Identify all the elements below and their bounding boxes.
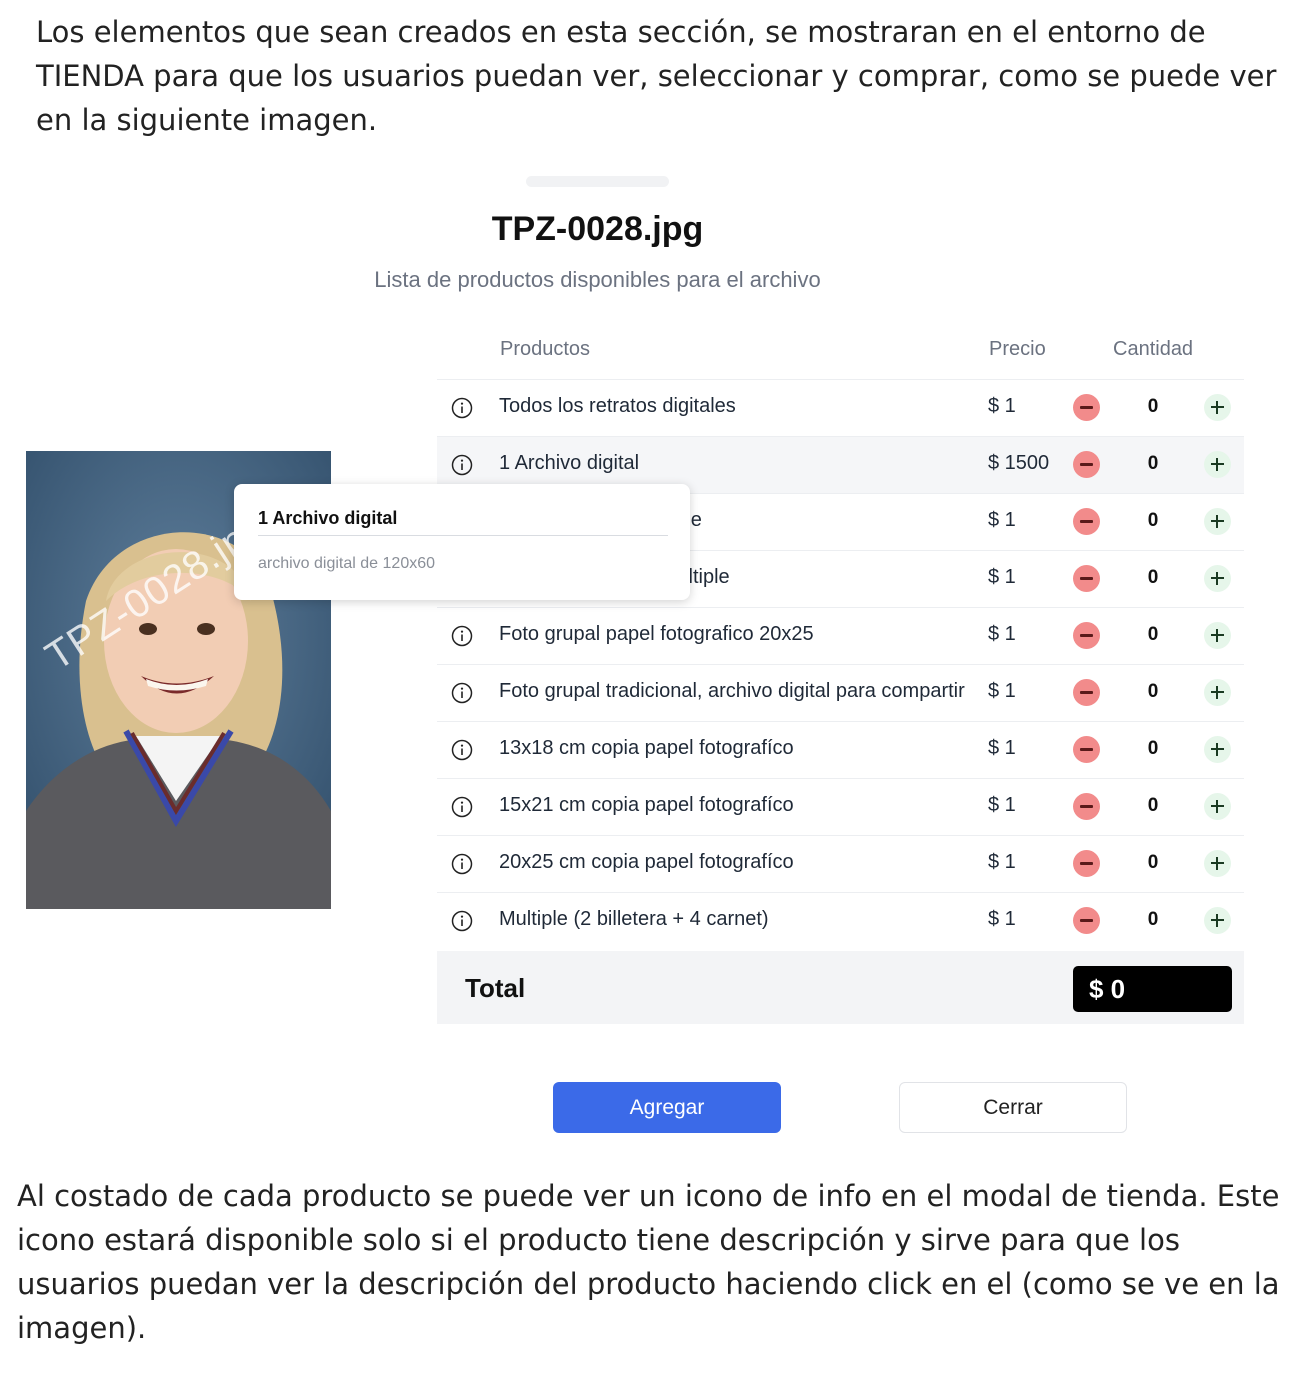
increase-quantity-button[interactable] — [1204, 907, 1231, 934]
decrease-quantity-button[interactable] — [1073, 793, 1100, 820]
product-price: $ 1 — [988, 509, 1016, 531]
product-price: $ 1 — [988, 680, 1016, 702]
product-quantity: 0 — [1147, 624, 1159, 645]
product-price: $ 1 — [988, 737, 1016, 759]
tooltip-divider — [258, 535, 668, 536]
product-price: $ 1 — [988, 851, 1016, 873]
decrease-quantity-button[interactable] — [1073, 451, 1100, 478]
decrease-quantity-button[interactable] — [1073, 622, 1100, 649]
modal-title: TPZ-0028.jpg — [491, 210, 704, 248]
product-row: 20x25 cm copia papel fotografíco $ 1 0 — [437, 835, 1244, 892]
increase-quantity-button[interactable] — [1204, 565, 1231, 592]
decrease-quantity-button[interactable] — [1073, 736, 1100, 763]
product-price: $ 1500 — [988, 452, 1050, 474]
product-name: 13x18 cm copia papel fotografíco — [499, 737, 794, 759]
product-quantity: 0 — [1147, 681, 1159, 702]
product-price: $ 1 — [988, 794, 1016, 816]
modal-drag-handle[interactable] — [526, 176, 669, 187]
increase-quantity-button[interactable] — [1204, 394, 1231, 421]
product-name: 1 Archivo digital — [499, 452, 640, 474]
close-button[interactable]: Cerrar — [899, 1082, 1127, 1133]
product-quantity: 0 — [1147, 795, 1159, 816]
total-value: $ 0 — [1073, 966, 1232, 1012]
increase-quantity-button[interactable] — [1204, 508, 1231, 535]
info-icon[interactable] — [451, 910, 473, 932]
column-header-price: Precio — [989, 338, 1046, 360]
decrease-quantity-button[interactable] — [1073, 394, 1100, 421]
modal-subtitle: Lista de productos disponibles para el a… — [374, 267, 821, 292]
product-row: Foto grupal tradicional, archivo digital… — [437, 664, 1244, 721]
decrease-quantity-button[interactable] — [1073, 850, 1100, 877]
decrease-quantity-button[interactable] — [1073, 679, 1100, 706]
product-price: $ 1 — [988, 908, 1016, 930]
info-icon[interactable] — [451, 739, 473, 761]
product-price: $ 1 — [988, 623, 1016, 645]
info-icon[interactable] — [451, 397, 473, 419]
product-quantity: 0 — [1147, 396, 1159, 417]
product-name: 20x25 cm copia papel fotografíco — [499, 851, 794, 873]
column-header-products: Productos — [500, 338, 591, 360]
product-row: Todos los retratos digitales $ 1 0 — [437, 379, 1244, 436]
product-quantity: 0 — [1147, 453, 1159, 474]
product-quantity: 0 — [1147, 852, 1159, 873]
product-row: 15x21 cm copia papel fotografíco $ 1 0 — [437, 778, 1244, 835]
product-row: 13x18 cm copia papel fotografíco $ 1 0 — [437, 721, 1244, 778]
increase-quantity-button[interactable] — [1204, 451, 1231, 478]
product-price: $ 1 — [988, 566, 1016, 588]
info-icon[interactable] — [451, 682, 473, 704]
product-description-tooltip: 1 Archivo digital archivo digital de 120… — [234, 484, 690, 600]
column-header-quantity: Cantidad — [1113, 338, 1194, 360]
product-quantity: 0 — [1147, 738, 1159, 759]
info-icon[interactable] — [451, 796, 473, 818]
increase-quantity-button[interactable] — [1204, 850, 1231, 877]
intro-paragraph: Los elementos que sean creados en esta s… — [36, 15, 1277, 137]
product-name: Todos los retratos digitales — [499, 395, 736, 417]
info-icon[interactable] — [451, 853, 473, 875]
product-row: Multiple (2 billetera + 4 carnet) $ 1 0 — [437, 892, 1244, 949]
product-name: Multiple (2 billetera + 4 carnet) — [499, 908, 769, 930]
increase-quantity-button[interactable] — [1204, 736, 1231, 763]
product-name: Foto grupal papel fotografico 20x25 — [499, 623, 814, 645]
outro-paragraph: Al costado de cada producto se puede ver… — [17, 1179, 1280, 1345]
product-row: Foto grupal papel fotografico 20x25 $ 1 0 — [437, 607, 1244, 664]
info-icon[interactable] — [451, 454, 473, 476]
increase-quantity-button[interactable] — [1204, 793, 1231, 820]
product-quantity: 0 — [1147, 567, 1159, 588]
total-bar: Total $ 0 — [437, 951, 1244, 1024]
total-label: Total — [465, 973, 526, 1003]
product-name: 15x21 cm copia papel fotografíco — [499, 794, 794, 816]
products-table: Todos los retratos digitales $ 1 0 1 Archiv… — [437, 379, 1244, 949]
product-quantity: 0 — [1147, 510, 1159, 531]
decrease-quantity-button[interactable] — [1073, 907, 1100, 934]
product-price: $ 1 — [988, 395, 1016, 417]
tooltip-title: 1 Archivo digital — [258, 508, 398, 528]
increase-quantity-button[interactable] — [1204, 679, 1231, 706]
increase-quantity-button[interactable] — [1204, 622, 1231, 649]
decrease-quantity-button[interactable] — [1073, 565, 1100, 592]
add-button[interactable]: Agregar — [553, 1082, 781, 1133]
tooltip-description: archivo digital de 120x60 — [258, 555, 436, 572]
info-icon[interactable] — [451, 625, 473, 647]
product-name: Foto grupal tradicional, archivo digital… — [499, 680, 965, 702]
product-quantity: 0 — [1147, 909, 1159, 930]
decrease-quantity-button[interactable] — [1073, 508, 1100, 535]
